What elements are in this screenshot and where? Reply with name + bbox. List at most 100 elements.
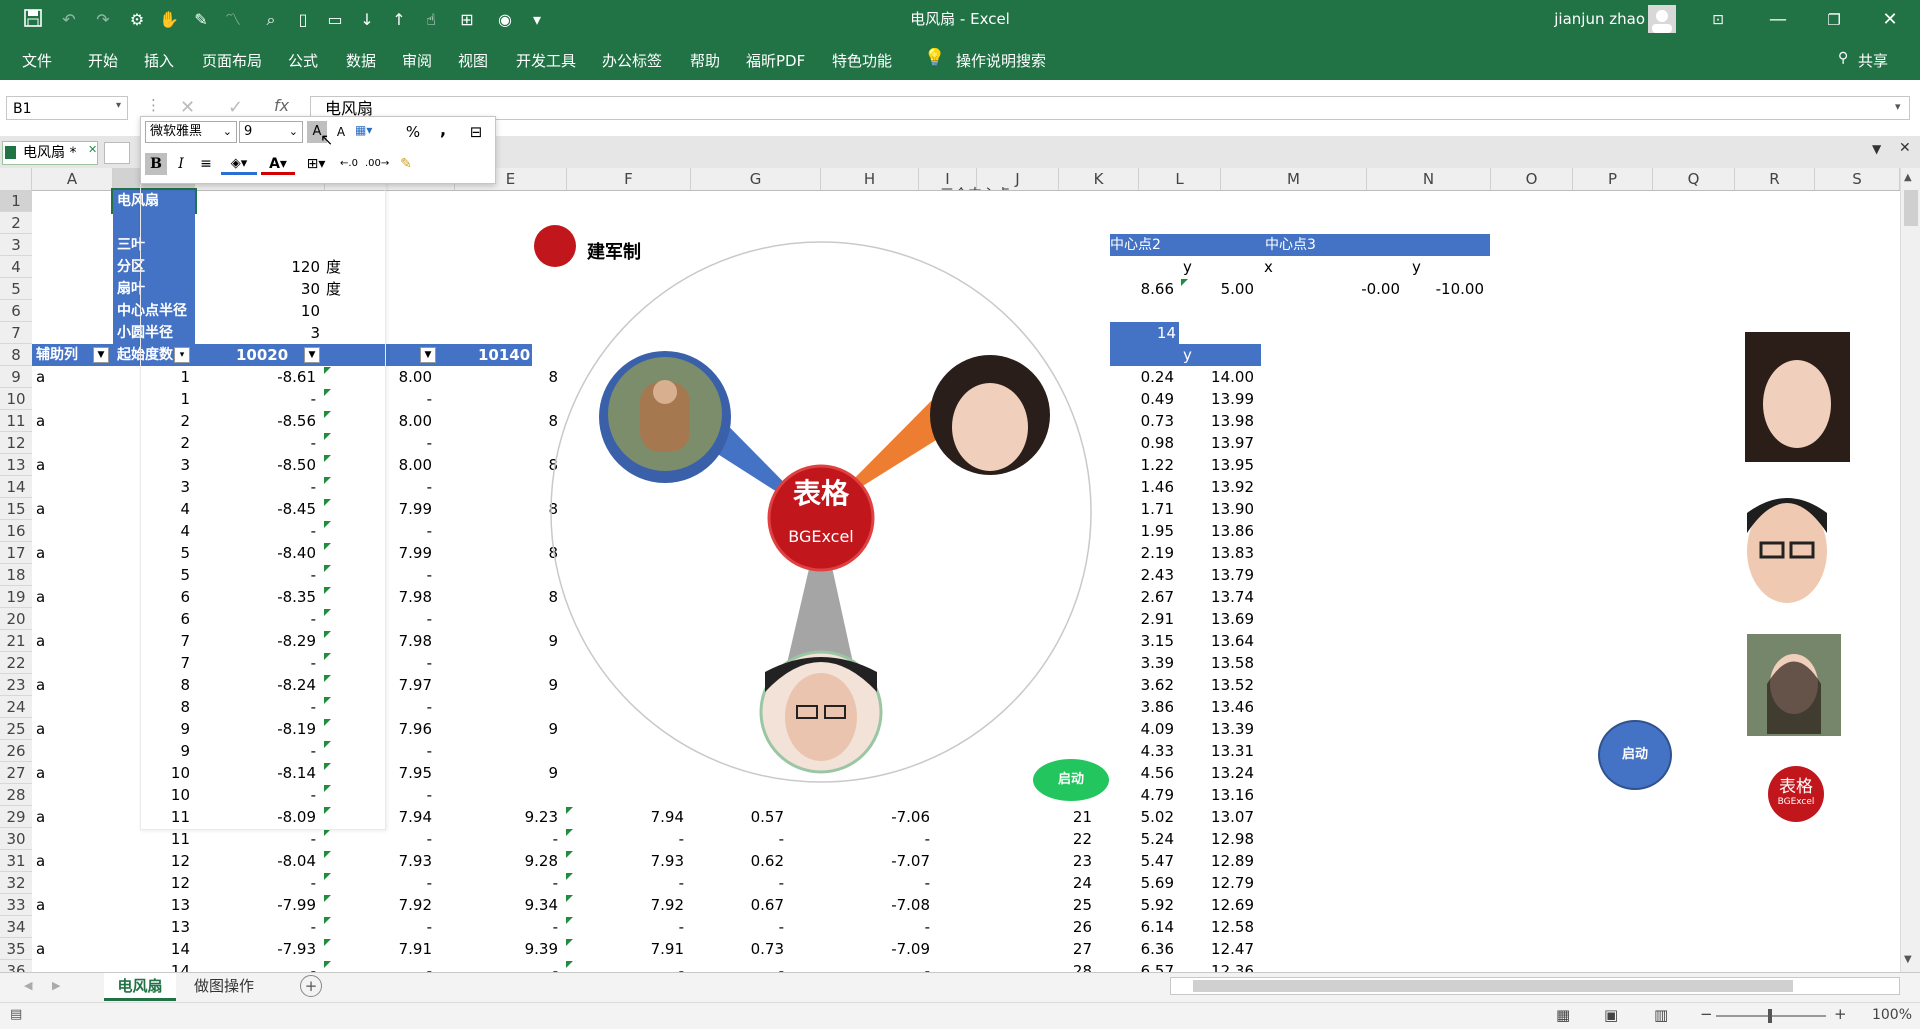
start-button-2[interactable]: 启动 xyxy=(1598,720,1672,790)
cell-d[interactable]: 7.98 xyxy=(330,586,432,608)
cell-j[interactable]: 22 xyxy=(1000,828,1092,850)
cell-d4[interactable]: 度 xyxy=(326,256,341,278)
cell-c[interactable]: - xyxy=(200,740,316,762)
cell-e[interactable]: 9.39 xyxy=(470,938,558,960)
tab-home[interactable]: 开始 xyxy=(88,50,118,71)
decrease-font-icon[interactable]: A xyxy=(331,121,351,143)
cell-h[interactable]: -7.09 xyxy=(820,938,930,960)
cell-l[interactable]: 13.86 xyxy=(1184,520,1254,542)
cell-a[interactable] xyxy=(36,476,96,498)
sheet-tab[interactable]: 做图操作 xyxy=(180,973,268,1001)
format-painter-icon[interactable]: ⚙ xyxy=(126,9,148,31)
column-header[interactable]: G xyxy=(691,168,821,190)
bold-button[interactable]: B xyxy=(145,153,167,175)
cell-b[interactable]: 11 xyxy=(110,828,190,850)
cell-c[interactable]: -8.24 xyxy=(200,674,316,696)
decrease-decimal-icon[interactable]: .00→ xyxy=(365,153,389,175)
cell-c7[interactable]: 3 xyxy=(230,322,320,344)
cell-d[interactable]: 7.93 xyxy=(330,850,432,872)
cell-a[interactable] xyxy=(36,564,96,586)
cell-c[interactable]: -8.56 xyxy=(200,410,316,432)
cell-b3[interactable]: 三叶 xyxy=(117,234,145,256)
tab-list-icon[interactable]: ▼ xyxy=(1872,142,1881,156)
cell-c[interactable]: - xyxy=(200,872,316,894)
cell-l[interactable]: 13.07 xyxy=(1184,806,1254,828)
name-box[interactable]: B1 xyxy=(6,96,128,120)
cell-g[interactable]: 0.67 xyxy=(700,894,784,916)
cell-d[interactable]: 7.91 xyxy=(330,938,432,960)
undo-icon[interactable]: ↶ xyxy=(58,9,80,31)
scroll-thumb[interactable] xyxy=(1904,190,1918,226)
cell-d[interactable]: 7.99 xyxy=(330,498,432,520)
zoom-slider-thumb[interactable] xyxy=(1768,1009,1772,1023)
cell-a[interactable] xyxy=(36,916,96,938)
comma-style-button[interactable]: , xyxy=(433,119,453,141)
chart-icon[interactable]: 〽 xyxy=(222,9,244,31)
cell-d[interactable]: 7.95 xyxy=(330,762,432,784)
close-icon[interactable]: ✕ xyxy=(1862,0,1918,40)
cell-f[interactable]: - xyxy=(580,916,684,938)
filter-dropdown-icon[interactable]: ▼ xyxy=(304,347,320,363)
italic-button[interactable]: I xyxy=(171,153,191,175)
cell-h[interactable]: -7.06 xyxy=(820,806,930,828)
open-folder-icon[interactable]: ▭ xyxy=(324,9,346,31)
tell-me-search[interactable]: 操作说明搜索 xyxy=(956,50,1046,71)
workbook-tab[interactable]: 电风扇 * xyxy=(2,141,98,165)
column-header[interactable]: Q xyxy=(1653,168,1735,190)
tab-help[interactable]: 帮助 xyxy=(690,50,720,71)
cell-k[interactable]: 3.39 xyxy=(1100,652,1174,674)
cell-m5[interactable]: -0.00 xyxy=(1310,278,1400,300)
cell-k3[interactable]: 中心点2 xyxy=(1110,234,1161,256)
cell-h[interactable]: - xyxy=(820,872,930,894)
cell-k[interactable]: 2.19 xyxy=(1100,542,1174,564)
tab-insert[interactable]: 插入 xyxy=(144,50,174,71)
header-a8[interactable]: 辅助列 xyxy=(36,344,78,366)
cell-c[interactable]: - xyxy=(200,916,316,938)
cell-k[interactable]: 1.71 xyxy=(1100,498,1174,520)
normal-view-icon[interactable]: ▦ xyxy=(1556,1006,1570,1024)
cell-h[interactable]: -7.07 xyxy=(820,850,930,872)
cell-j[interactable]: 21 xyxy=(1000,806,1092,828)
cell-k5[interactable]: 8.66 xyxy=(1110,278,1174,300)
cell-d[interactable]: - xyxy=(330,564,432,586)
cell-l[interactable]: 13.46 xyxy=(1184,696,1254,718)
hand-icon[interactable]: ✋ xyxy=(158,9,180,31)
tab-developer[interactable]: 开发工具 xyxy=(516,50,576,71)
ribbon-display-icon[interactable]: ⊡ xyxy=(1690,0,1746,40)
page-break-view-icon[interactable]: ▥ xyxy=(1654,1006,1668,1024)
cell-j[interactable]: 23 xyxy=(1000,850,1092,872)
tab-file[interactable]: 文件 xyxy=(22,50,52,71)
cell-d[interactable]: 8.00 xyxy=(330,410,432,432)
column-header[interactable]: H xyxy=(821,168,919,190)
table-icon[interactable]: ⊞ xyxy=(456,9,478,31)
cell-h[interactable]: - xyxy=(820,828,930,850)
filter-dropdown-icon[interactable]: ▼ xyxy=(420,347,436,363)
cell-e[interactable]: - xyxy=(470,828,558,850)
cell-k[interactable]: 5.47 xyxy=(1100,850,1174,872)
percent-button[interactable]: % xyxy=(403,121,423,143)
cell-f[interactable]: - xyxy=(580,872,684,894)
horizontal-scrollbar[interactable] xyxy=(1170,977,1900,995)
customize-qat-icon[interactable]: ▾ xyxy=(526,9,548,31)
touch-icon[interactable]: ☝ xyxy=(420,9,442,31)
merge-center-icon[interactable]: ⊟ xyxy=(465,121,487,143)
confirm-entry-icon[interactable]: ✓ xyxy=(228,97,243,118)
cell-c[interactable]: -8.04 xyxy=(200,850,316,872)
column-header[interactable]: F xyxy=(567,168,691,190)
cell-b[interactable]: 1 xyxy=(110,366,190,388)
cell-c[interactable]: -8.50 xyxy=(200,454,316,476)
cell-d[interactable]: - xyxy=(330,696,432,718)
cell-d[interactable]: 7.94 xyxy=(330,806,432,828)
cell-j[interactable]: 24 xyxy=(1000,872,1092,894)
cell-k[interactable]: 0.24 xyxy=(1100,366,1174,388)
sort-desc-icon[interactable]: ↑ xyxy=(388,9,410,31)
cell-k[interactable]: 4.56 xyxy=(1100,762,1174,784)
cell-e[interactable]: 9.34 xyxy=(470,894,558,916)
cell-l[interactable]: 13.98 xyxy=(1184,410,1254,432)
increase-decimal-icon[interactable]: ←.0 xyxy=(337,153,361,175)
tab-foxit-pdf[interactable]: 福昕PDF xyxy=(746,50,805,71)
cell-d[interactable]: - xyxy=(330,476,432,498)
cell-b[interactable]: 5 xyxy=(110,564,190,586)
cell-c4[interactable]: 120 xyxy=(230,256,320,278)
minimize-icon[interactable]: — xyxy=(1750,0,1806,40)
